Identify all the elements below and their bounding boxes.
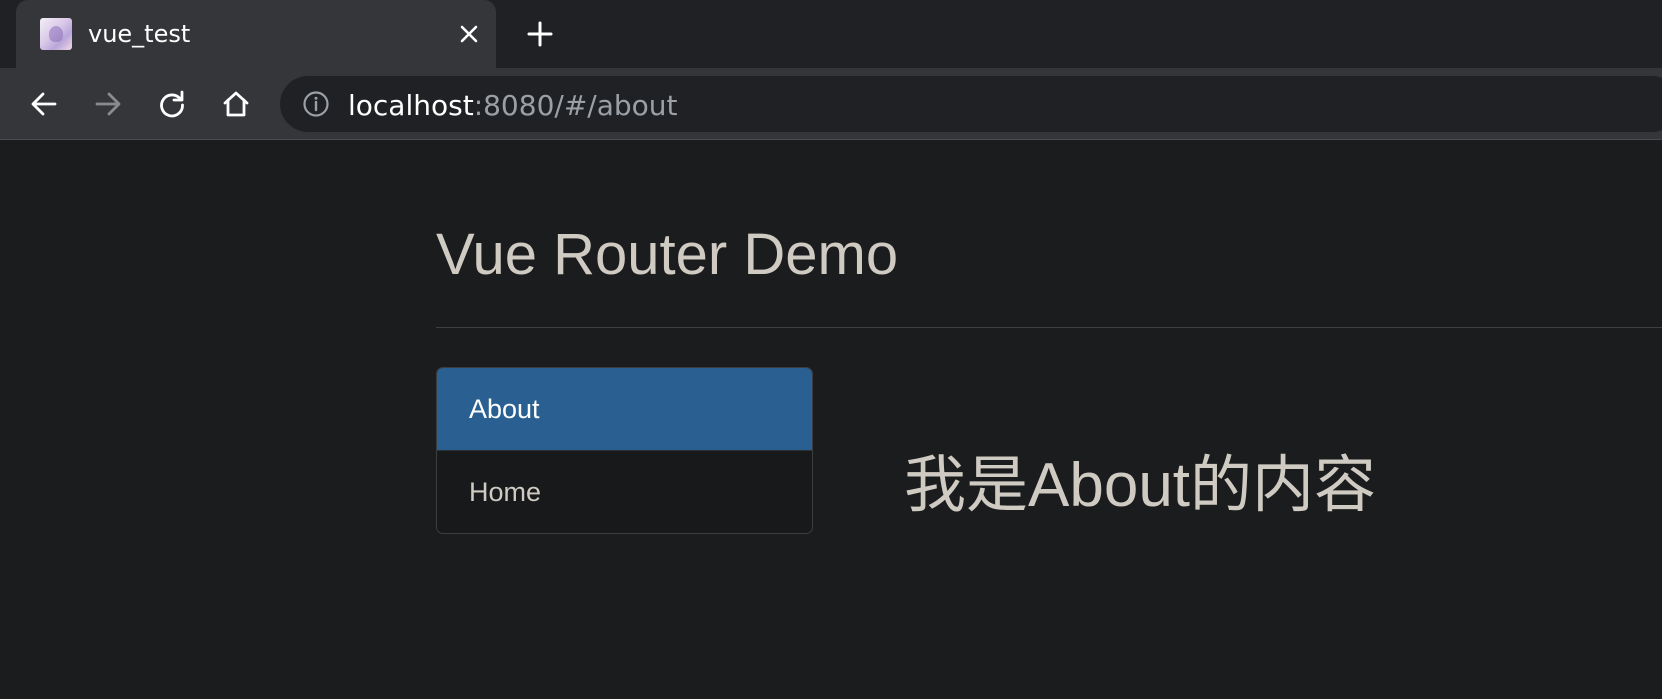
nav-item-home[interactable]: Home bbox=[437, 450, 812, 533]
browser-toolbar: localhost:8080/#/about bbox=[0, 68, 1662, 140]
url-host: localhost bbox=[348, 89, 474, 122]
home-icon[interactable] bbox=[216, 84, 256, 124]
divider bbox=[436, 327, 1662, 328]
info-icon[interactable] bbox=[302, 90, 330, 118]
nav-list: About Home bbox=[436, 367, 813, 534]
nav-item-label: Home bbox=[469, 476, 542, 507]
page-title: Vue Router Demo bbox=[436, 222, 899, 287]
nav-item-about[interactable]: About bbox=[437, 368, 812, 450]
route-content: 我是About的内容 bbox=[904, 451, 1377, 520]
reload-icon[interactable] bbox=[152, 84, 192, 124]
close-tab-icon[interactable] bbox=[452, 17, 486, 51]
url-path: :8080/#/about bbox=[473, 89, 678, 122]
favicon-icon bbox=[40, 18, 72, 50]
forward-icon[interactable] bbox=[88, 84, 128, 124]
back-icon[interactable] bbox=[24, 84, 64, 124]
address-bar[interactable]: localhost:8080/#/about bbox=[280, 76, 1662, 132]
page-content: Vue Router Demo About Home 我是About的内容 bbox=[0, 141, 1662, 699]
nav-item-label: About bbox=[469, 393, 540, 424]
browser-tab[interactable]: vue_test bbox=[16, 0, 496, 68]
url-text[interactable]: localhost:8080/#/about bbox=[348, 89, 678, 122]
new-tab-icon[interactable] bbox=[520, 14, 560, 54]
tab-strip: vue_test bbox=[0, 0, 1662, 68]
tab-title: vue_test bbox=[88, 20, 191, 48]
